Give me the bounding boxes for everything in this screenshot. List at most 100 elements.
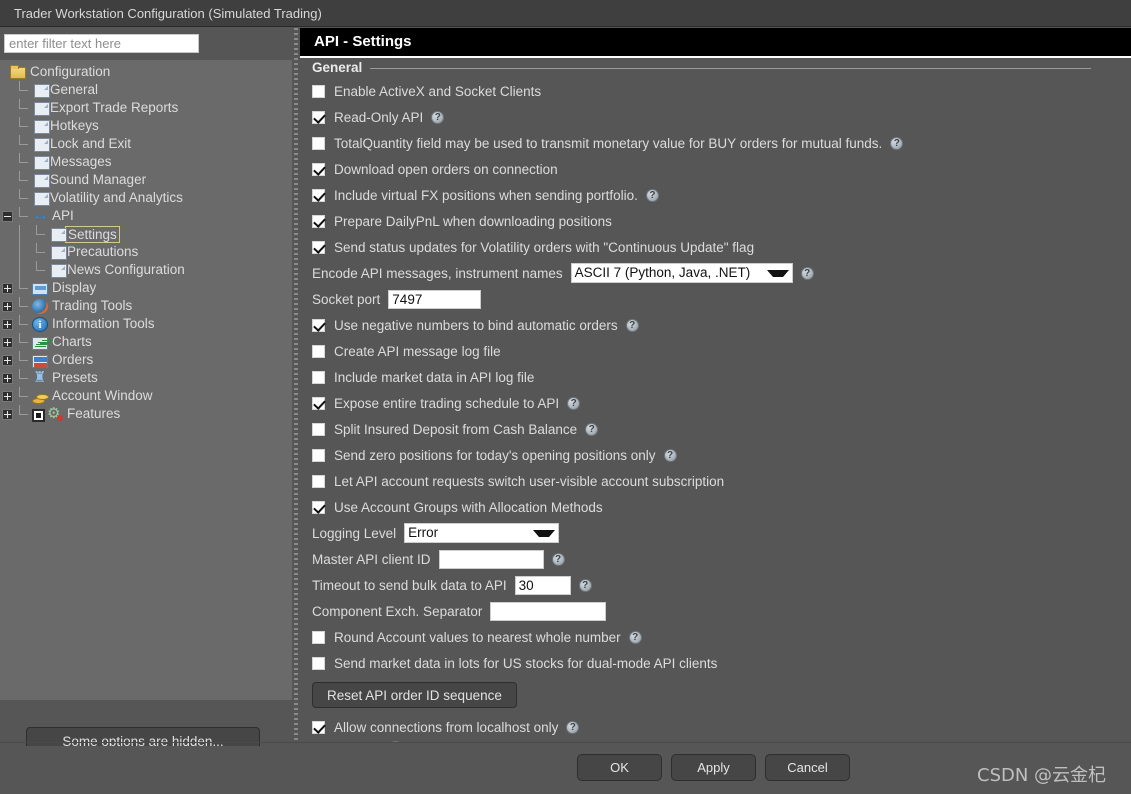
apply-button[interactable]: Apply — [671, 754, 756, 781]
sidebar-item-information-tools[interactable]: Information Tools — [0, 315, 292, 334]
sidebar-item-configuration[interactable]: Configuration — [0, 63, 292, 81]
setting-row-allow-connections-from-localhost-only[interactable]: Allow connections from localhost only — [312, 714, 1131, 740]
sidebar-item-trading-tools[interactable]: Trading Tools — [0, 297, 292, 315]
tree-connector — [0, 135, 15, 153]
sidebar-item-messages[interactable]: Messages — [0, 153, 292, 171]
sidebar-item-account-window[interactable]: Account Window — [0, 387, 292, 405]
help-icon[interactable] — [645, 188, 659, 203]
help-icon[interactable] — [628, 630, 642, 645]
setting-row-send-market-data-in-lots-for-us-stocks-for-dual-mode-api-cli[interactable]: Send market data in lots for US stocks f… — [312, 650, 1131, 676]
setting-row-create-api-message-log-file[interactable]: Create API message log file — [312, 338, 1131, 364]
expand-icon[interactable] — [0, 351, 15, 369]
sidebar-item-label: Messages — [50, 154, 112, 169]
reset-api-order-id-button[interactable]: Reset API order ID sequence — [312, 682, 517, 708]
panel-splitter[interactable] — [294, 28, 298, 742]
expand-icon[interactable] — [0, 297, 15, 315]
input-master-api-client-id[interactable] — [438, 549, 544, 569]
sidebar-item-hotkeys[interactable]: Hotkeys — [0, 117, 292, 135]
sidebar-item-charts[interactable]: Charts — [0, 333, 292, 351]
setting-row-use-account-groups-with-allocation-methods[interactable]: Use Account Groups with Allocation Metho… — [312, 494, 1131, 520]
sidebar-item-features[interactable]: Features — [0, 405, 292, 423]
collapse-icon[interactable] — [0, 207, 15, 225]
setting-row-prepare-dailypnl-when-downloading-positions[interactable]: Prepare DailyPnL when downloading positi… — [312, 208, 1131, 234]
expand-icon[interactable] — [0, 279, 15, 297]
setting-row-round-account-values-to-nearest-whole-number[interactable]: Round Account values to nearest whole nu… — [312, 624, 1131, 650]
expand-icon[interactable] — [0, 315, 15, 333]
sidebar-item-news-configuration[interactable]: News Configuration — [0, 261, 292, 279]
help-icon[interactable] — [663, 448, 677, 463]
sidebar-item-orders[interactable]: Orders — [0, 351, 292, 369]
sidebar-item-general[interactable]: General — [0, 81, 292, 99]
sidebar-item-precautions[interactable]: Precautions — [0, 243, 292, 261]
checkbox-prepare-dailypnl-when-downloading-positions[interactable] — [312, 214, 325, 228]
checkbox-enable-activex-and-socket-clients[interactable] — [312, 84, 325, 98]
setting-row-send-zero-positions-for-today-s-opening-positions-only[interactable]: Send zero positions for today's opening … — [312, 442, 1131, 468]
tree-connector — [0, 81, 15, 99]
setting-row-download-open-orders-on-connection[interactable]: Download open orders on connection — [312, 156, 1131, 182]
sidebar-item-presets[interactable]: Presets — [0, 369, 292, 387]
help-icon[interactable] — [431, 110, 445, 125]
setting-row-send-status-updates-for-volatility-orders-with-continuous-up[interactable]: Send status updates for Volatility order… — [312, 234, 1131, 260]
checkbox-label: Round Account values to nearest whole nu… — [334, 629, 621, 645]
tree-connector — [15, 279, 32, 297]
feature-checkbox-icon[interactable] — [32, 408, 45, 422]
input-socket-port[interactable]: 7497 — [388, 289, 482, 309]
setting-row-read-only-api[interactable]: Read-Only API — [312, 104, 1131, 130]
navigation-panel: enter filter text here Configuration Gene… — [0, 28, 292, 755]
checkbox-split-insured-deposit-from-cash-balance[interactable] — [312, 422, 325, 436]
help-icon[interactable] — [566, 720, 580, 735]
checkbox-send-market-data-in-lots-for-us-stocks-for-dual-mode-api-cli[interactable] — [312, 656, 325, 670]
checkbox-use-account-groups-with-allocation-methods[interactable] — [312, 500, 325, 514]
expand-icon[interactable] — [0, 405, 15, 423]
expand-icon[interactable] — [0, 369, 15, 387]
sidebar-item-settings[interactable]: Settings — [0, 225, 292, 243]
setting-row-use-negative-numbers-to-bind-automatic-orders[interactable]: Use negative numbers to bind automatic o… — [312, 312, 1131, 338]
help-icon[interactable] — [578, 578, 592, 593]
input-component-exch-separator[interactable] — [490, 601, 607, 621]
checkbox-create-api-message-log-file[interactable] — [312, 344, 325, 358]
tree-connector — [0, 99, 15, 117]
sidebar-item-api[interactable]: API — [0, 207, 292, 225]
configuration-tree[interactable]: Configuration General Export Trade Reports… — [0, 60, 292, 700]
sidebar-item-export-trade-reports[interactable]: Export Trade Reports — [0, 99, 292, 117]
help-icon[interactable] — [551, 552, 565, 567]
ok-button[interactable]: OK — [577, 754, 662, 781]
checkbox-totalquantity-field-may-be-used-to-transmit-monetary-value-f[interactable] — [312, 136, 325, 150]
setting-row-expose-entire-trading-schedule-to-api[interactable]: Expose entire trading schedule to API — [312, 390, 1131, 416]
setting-row-enable-activex-and-socket-clients[interactable]: Enable ActiveX and Socket Clients — [312, 78, 1131, 104]
expand-icon[interactable] — [0, 387, 15, 405]
checkbox-use-negative-numbers-to-bind-automatic-orders[interactable] — [312, 318, 325, 332]
tree-connector — [0, 117, 15, 135]
tree-connector — [15, 117, 32, 135]
checkbox-expose-entire-trading-schedule-to-api[interactable] — [312, 396, 325, 410]
sidebar-item-sound-manager[interactable]: Sound Manager — [0, 171, 292, 189]
checkbox-include-virtual-fx-positions-when-sending-portfolio[interactable] — [312, 188, 325, 202]
setting-row-let-api-account-requests-switch-user-visible-account-subscri[interactable]: Let API account requests switch user-vis… — [312, 468, 1131, 494]
checkbox-allow-connections-from-localhost-only[interactable] — [312, 720, 325, 734]
cancel-button[interactable]: Cancel — [765, 754, 850, 781]
checkbox-send-zero-positions-for-today-s-opening-positions-only[interactable] — [312, 448, 325, 462]
setting-row-split-insured-deposit-from-cash-balance[interactable]: Split Insured Deposit from Cash Balance — [312, 416, 1131, 442]
setting-row-include-market-data-in-api-log-file[interactable]: Include market data in API log file — [312, 364, 1131, 390]
checkbox-round-account-values-to-nearest-whole-number[interactable] — [312, 630, 325, 644]
dropdown-logging-level[interactable]: Error — [404, 523, 560, 543]
filter-input[interactable]: enter filter text here — [4, 34, 199, 53]
expand-icon[interactable] — [0, 333, 15, 351]
help-icon[interactable] — [800, 266, 814, 281]
setting-row-totalquantity-field-may-be-used-to-transmit-monetary-value-f[interactable]: TotalQuantity field may be used to trans… — [312, 130, 1131, 156]
checkbox-send-status-updates-for-volatility-orders-with-continuous-up[interactable] — [312, 240, 325, 254]
setting-row-include-virtual-fx-positions-when-sending-portfolio[interactable]: Include virtual FX positions when sendin… — [312, 182, 1131, 208]
checkbox-let-api-account-requests-switch-user-visible-account-subscri[interactable] — [312, 474, 325, 488]
help-icon[interactable] — [585, 422, 599, 437]
input-timeout-to-send-bulk-data-to-api[interactable]: 30 — [514, 575, 571, 595]
help-icon[interactable] — [625, 318, 639, 333]
dropdown-encode-api-messages-instrument-names[interactable]: ASCII 7 (Python, Java, .NET) — [570, 263, 793, 283]
sidebar-item-display[interactable]: Display — [0, 279, 292, 297]
help-icon[interactable] — [567, 396, 581, 411]
sidebar-item-lock-and-exit[interactable]: Lock and Exit — [0, 135, 292, 153]
checkbox-include-market-data-in-api-log-file[interactable] — [312, 370, 325, 384]
help-icon[interactable] — [890, 136, 904, 151]
field-label: Timeout to send bulk data to API — [312, 577, 507, 593]
checkbox-download-open-orders-on-connection[interactable] — [312, 162, 325, 176]
checkbox-read-only-api[interactable] — [312, 110, 325, 124]
